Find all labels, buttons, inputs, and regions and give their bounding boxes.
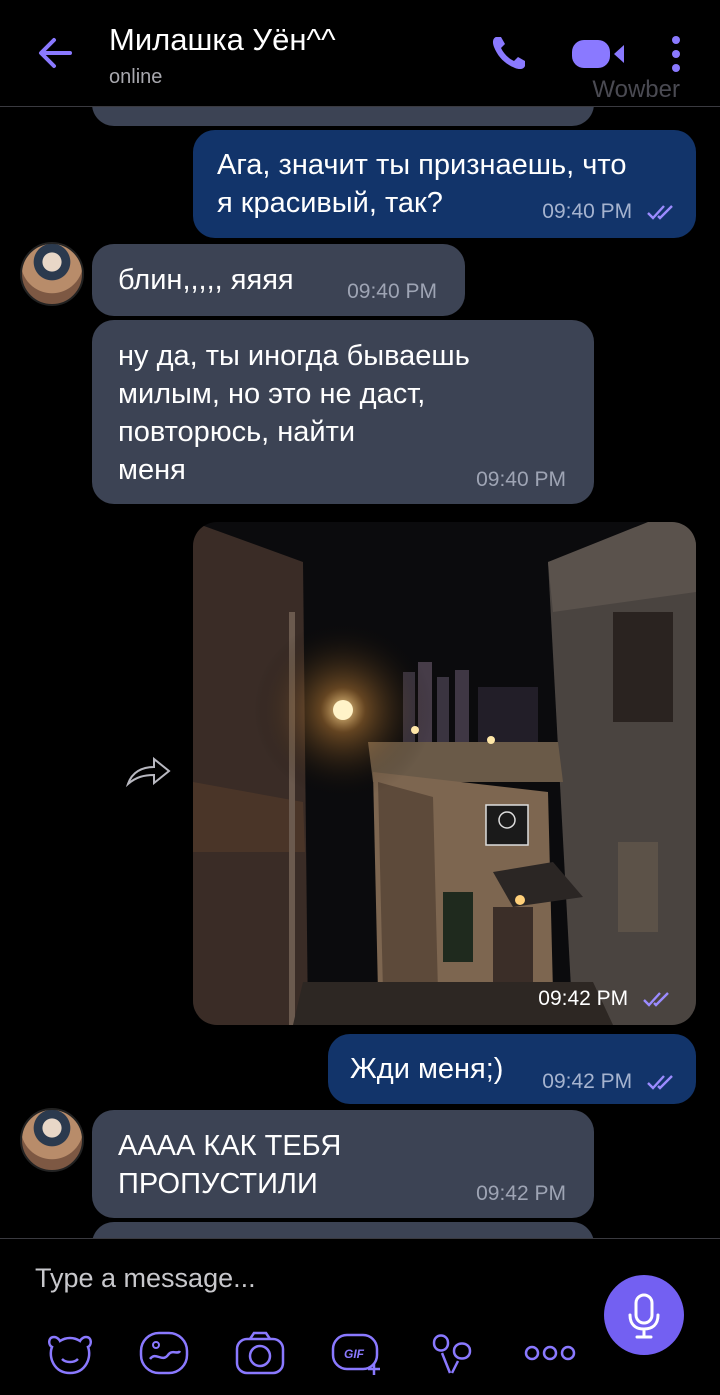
message-text-line: Жди меня;) [350, 1053, 504, 1085]
message-bubble-incoming[interactable]: ну да, ты иногда бываешь милым, но это н… [92, 320, 594, 504]
message-text-line: милым, но это не даст, [118, 378, 426, 410]
more-vertical-icon[interactable] [666, 34, 686, 74]
double-check-icon [647, 205, 673, 221]
message-input[interactable]: Type a message... [35, 1263, 256, 1294]
more-horizontal-icon[interactable] [524, 1343, 576, 1363]
camera-icon[interactable] [234, 1329, 286, 1377]
message-composer: Type a message... GIF [0, 1238, 720, 1395]
message-text-line: ПРОПУСТИЛИ [118, 1168, 318, 1200]
message-text-line: АААА КАК ТЕБЯ [118, 1130, 342, 1162]
message-bubble-partial[interactable] [92, 1222, 594, 1238]
microphone-icon [628, 1293, 660, 1339]
gif-icon[interactable]: GIF [330, 1329, 384, 1377]
message-bubble-outgoing[interactable]: Ага, значит ты признаешь, что я красивый… [193, 130, 696, 238]
double-check-icon [643, 992, 669, 1008]
message-time: 09:40 PM [476, 468, 566, 491]
arrow-left-icon[interactable] [30, 28, 80, 78]
message-text-line: блин,,,,, яяяя [118, 264, 294, 296]
video-camera-icon[interactable] [570, 36, 628, 72]
message-text-line: повторюсь, найти [118, 416, 356, 448]
message-time: 09:42 PM [538, 987, 629, 1010]
double-check-icon [647, 1075, 673, 1091]
message-list[interactable]: Ага, значит ты признаешь, что я красивый… [0, 106, 720, 1238]
message-time: 09:40 PM [542, 200, 633, 223]
message-time: 09:42 PM [476, 1182, 566, 1205]
doodle-icon[interactable] [138, 1329, 190, 1377]
message-time: 09:42 PM [542, 1070, 633, 1093]
voice-record-button[interactable] [604, 1275, 684, 1355]
sticker-bear-icon[interactable] [44, 1329, 96, 1377]
lens-icon[interactable] [428, 1329, 480, 1377]
avatar[interactable] [20, 242, 84, 306]
message-time: 09:40 PM [347, 280, 437, 303]
contact-status: online [109, 66, 163, 88]
avatar[interactable] [20, 1108, 84, 1172]
message-bubble-incoming[interactable]: блин,,,,, яяяя 09:40 PM [92, 244, 465, 316]
photo-message[interactable]: 09:42 PM [193, 522, 696, 1025]
forward-icon[interactable] [124, 754, 172, 788]
message-text-line: ну да, ты иногда бываешь [118, 340, 470, 372]
message-bubble-outgoing[interactable]: Жди меня;) 09:42 PM [328, 1034, 696, 1104]
phone-icon[interactable] [488, 32, 530, 74]
message-bubble-partial[interactable] [92, 106, 594, 126]
watermark: Wowber [592, 76, 680, 103]
chat-header: Милашка Уён^^ online Wowber [0, 0, 720, 107]
message-text-line: меня [118, 454, 186, 486]
gif-label: GIF [344, 1347, 365, 1361]
message-bubble-incoming[interactable]: АААА КАК ТЕБЯ ПРОПУСТИЛИ 09:42 PM [92, 1110, 594, 1218]
contact-name[interactable]: Милашка Уён^^ [109, 22, 336, 58]
night-street-photo [193, 522, 696, 1025]
message-text-line: Ага, значит ты признаешь, что [217, 149, 627, 181]
